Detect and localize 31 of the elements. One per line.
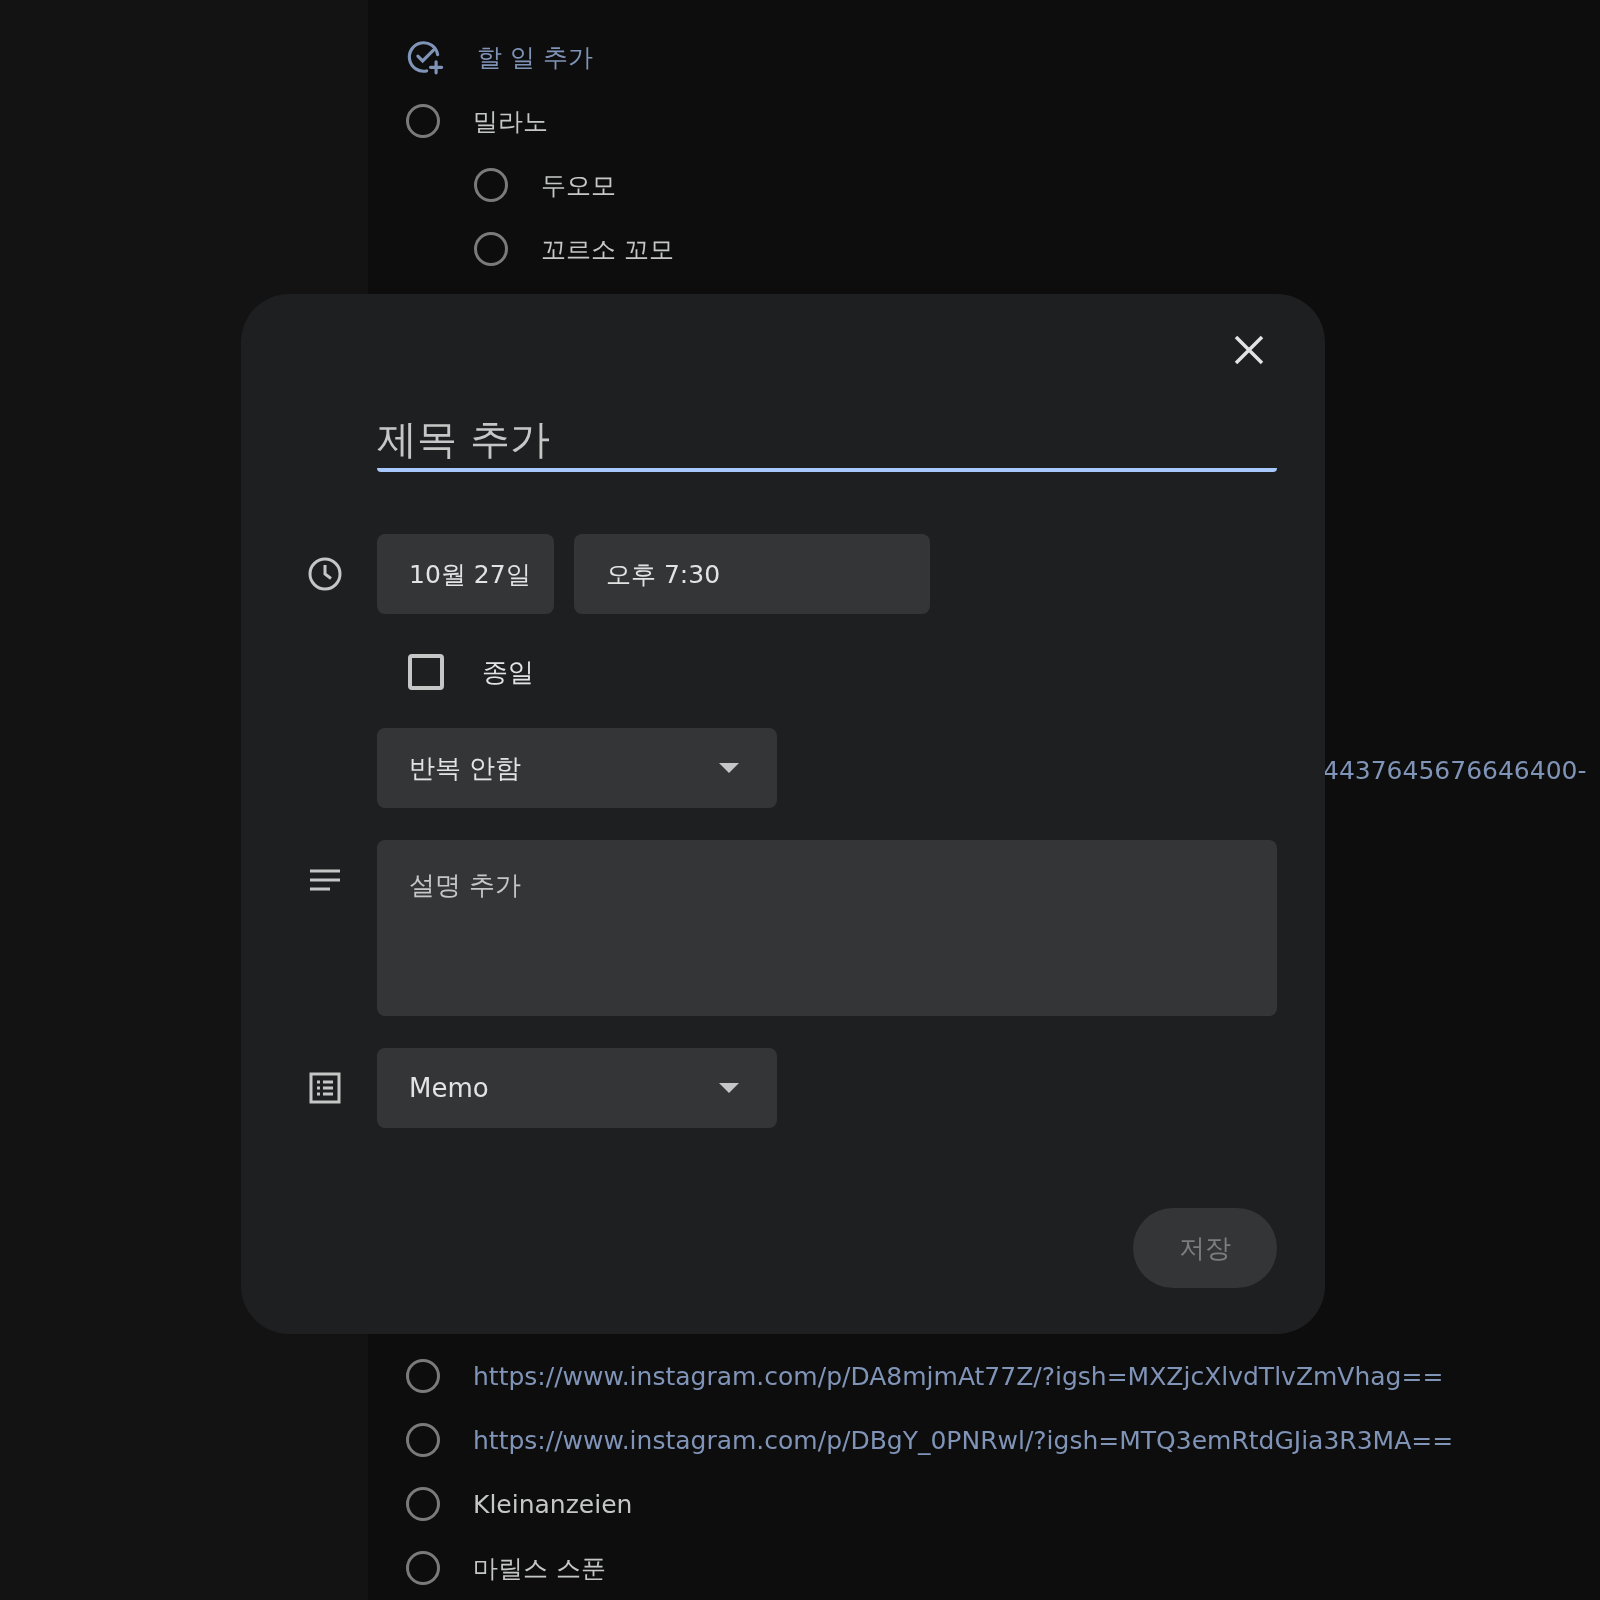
description-icon [309, 868, 341, 892]
task-title: 마릴스 스푼 [473, 1552, 606, 1585]
title-field[interactable]: 제목 추가 [377, 410, 1277, 472]
repeat-dropdown[interactable]: 반복 안함 [377, 728, 777, 808]
task-link[interactable]: https://www.instagram.com/p/DA8mjmAt77Z/?igsh=MXZjcXlvdTlvZmVhag== [473, 1361, 1444, 1391]
description-field[interactable]: 설명 추가 [377, 840, 1277, 1016]
task-checkbox[interactable] [406, 1423, 440, 1457]
task-checkbox[interactable] [406, 1551, 440, 1585]
task-checkbox[interactable] [406, 104, 440, 138]
task-link[interactable]: 4437645676646400- [1323, 755, 1587, 785]
task-checkbox[interactable] [406, 1359, 440, 1393]
clock-icon [307, 556, 343, 592]
task-checkbox[interactable] [474, 168, 508, 202]
time-button[interactable]: 오후 7:30 [574, 534, 930, 614]
all-day-checkbox[interactable] [408, 654, 444, 690]
list-dropdown[interactable]: Memo [377, 1048, 777, 1128]
task-title: Kleinanzeien [473, 1489, 633, 1519]
task-link[interactable]: https://www.instagram.com/p/DBgY_0PNRwl/?igsh=MTQ3emRtdGJia3R3MA== [473, 1425, 1454, 1455]
dropdown-caret-icon [719, 1083, 739, 1093]
add-task-link[interactable]: 할 일 추가 [477, 40, 593, 74]
task-checkbox[interactable] [406, 1487, 440, 1521]
close-icon [1233, 334, 1265, 366]
all-day-label: 종일 [482, 655, 534, 689]
task-title: 꼬르소 꼬모 [541, 233, 674, 266]
task-title: 밀라노 [473, 105, 548, 138]
task-checkbox[interactable] [474, 232, 508, 266]
add-task-icon[interactable] [406, 38, 444, 76]
list-icon [309, 1072, 341, 1104]
date-button[interactable]: 10월 27일 [377, 534, 554, 614]
task-title: 두오모 [541, 169, 616, 202]
dropdown-caret-icon [719, 763, 739, 773]
